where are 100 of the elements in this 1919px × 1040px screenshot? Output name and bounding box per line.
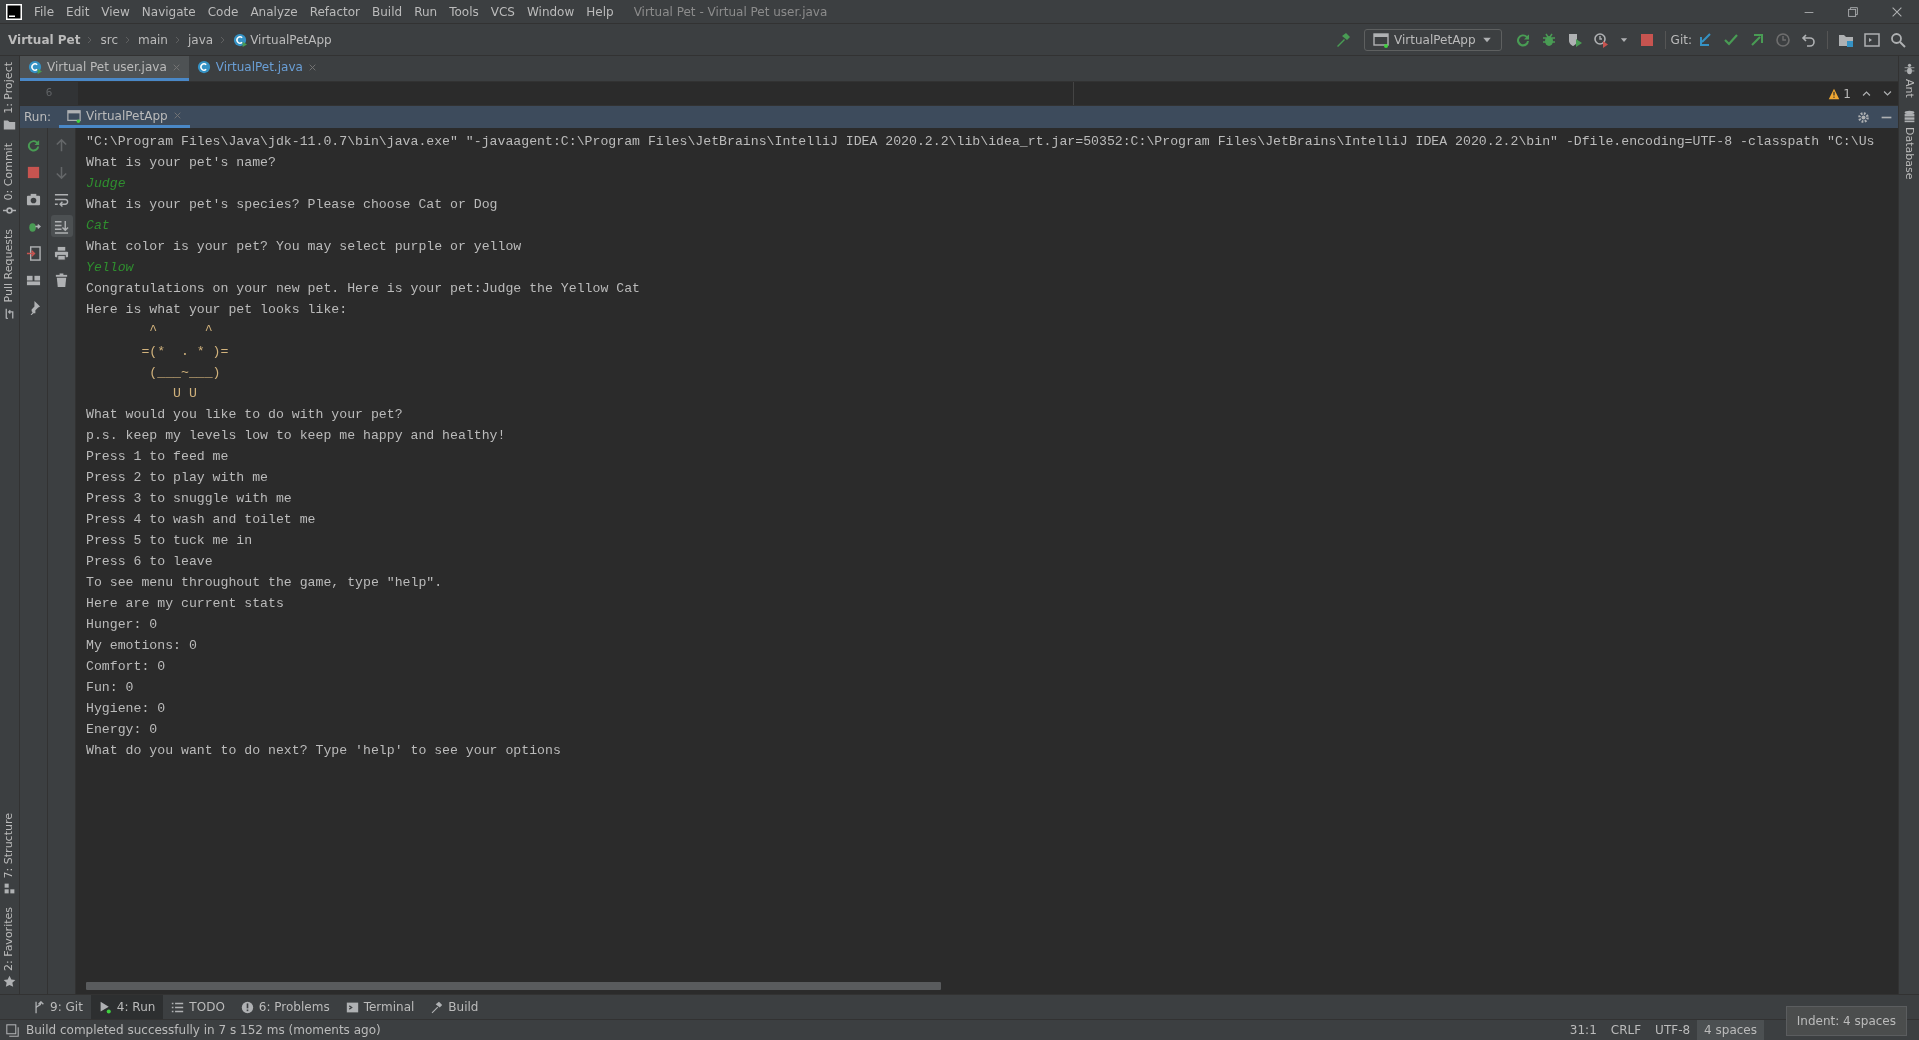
run-label: Run: <box>24 109 52 126</box>
tool-window-tab[interactable]: Build <box>422 995 487 1019</box>
panel-toggle-icon[interactable] <box>6 1023 19 1037</box>
run-config-dropdown[interactable]: VirtualPetApp <box>1364 28 1502 51</box>
scroll-to-end-icon[interactable] <box>50 215 73 237</box>
restore-icon[interactable] <box>1846 4 1860 19</box>
camera-icon[interactable] <box>26 191 41 207</box>
warning-count[interactable]: 1 <box>1823 84 1856 103</box>
close-icon[interactable] <box>307 62 317 72</box>
rerun-icon[interactable] <box>26 137 41 153</box>
console-line: Hygiene: 0 <box>86 701 166 716</box>
breadcrumb-item[interactable]: main <box>132 30 174 49</box>
menu-item[interactable]: File <box>28 2 61 21</box>
status-item[interactable]: 4 spaces <box>1697 1020 1764 1040</box>
shield-play-icon[interactable] <box>1566 31 1583 48</box>
window-title: Virtual Pet - Virtual Pet user.java <box>633 3 828 21</box>
exit-icon[interactable] <box>26 245 41 261</box>
bug-icon[interactable] <box>1540 31 1557 48</box>
breadcrumb-item[interactable]: java <box>181 30 220 49</box>
window-icon <box>67 108 82 123</box>
console-line: Press 2 to play with me <box>86 470 269 485</box>
tool-window-button[interactable]: 0: Commit <box>1 136 18 224</box>
tool-window-tab[interactable]: 9: Git <box>24 995 91 1019</box>
list-icon <box>171 1000 185 1014</box>
tool-window-tab[interactable]: 6: Problems <box>232 995 338 1019</box>
window-icon <box>1373 31 1390 48</box>
clock-play-icon[interactable] <box>1592 31 1609 48</box>
status-item[interactable]: 31:1 <box>1562 1021 1604 1039</box>
console-line: Energy: 0 <box>86 722 158 737</box>
menu-item[interactable]: Code <box>201 2 245 21</box>
tool-window-button[interactable]: 2: Favorites <box>1 901 18 994</box>
menu-item[interactable]: Navigate <box>135 2 202 21</box>
console-line: What color is your pet? You may select purple or yellow <box>86 239 522 254</box>
breadcrumb-item[interactable]: src <box>94 30 124 49</box>
console-line: Press 5 to tuck me in <box>86 533 253 548</box>
console-line: Press 3 to snuggle with me <box>86 491 292 506</box>
menu-item[interactable]: Refactor <box>303 2 367 21</box>
hammer-icon[interactable] <box>1335 31 1352 48</box>
console-line: Here is what your pet looks like: <box>86 302 348 317</box>
ascii-art-line: ^ ^ <box>148 323 213 338</box>
pull-request-icon <box>3 306 16 320</box>
tool-window-button[interactable]: 1: Project <box>1 56 18 137</box>
editor-tab[interactable]: VirtualPet.java <box>188 56 325 81</box>
console-line: To see menu throughout the game, type "help". <box>86 575 443 590</box>
breadcrumb-item[interactable]: Virtual Pet <box>8 30 87 49</box>
window-play-icon[interactable] <box>1864 31 1880 48</box>
ant-icon <box>1902 62 1916 75</box>
arrow-up-right-icon[interactable] <box>1749 31 1765 48</box>
undo-icon[interactable] <box>1801 31 1817 48</box>
menu-item[interactable]: Help <box>580 2 620 21</box>
console-line: Comfort: 0 <box>86 659 166 674</box>
arrow-down-left-icon[interactable] <box>1697 31 1713 48</box>
chevron-down-icon[interactable] <box>1882 88 1893 99</box>
tool-window-button[interactable]: Ant <box>1900 56 1918 104</box>
user-input-line: Yellow <box>86 260 134 275</box>
chevron-up-icon[interactable] <box>1861 88 1872 99</box>
rerun-icon[interactable] <box>1514 31 1531 48</box>
status-item[interactable]: CRLF <box>1603 1021 1649 1039</box>
menu-item[interactable]: Build <box>366 2 409 21</box>
database-icon <box>1902 109 1916 123</box>
console-line: Hunger: 0 <box>86 617 158 632</box>
tool-window-button[interactable]: 7: Structure <box>1 806 18 902</box>
tool-window-tab[interactable]: TODO <box>163 995 233 1019</box>
menu-item[interactable]: Analyze <box>244 2 304 21</box>
class-icon <box>196 60 211 74</box>
menu-item[interactable]: VCS <box>484 2 521 21</box>
menu-item[interactable]: View <box>95 2 136 21</box>
scrollbar-thumb[interactable] <box>86 982 941 990</box>
tool-window-button[interactable]: Pull Requests <box>1 223 18 326</box>
editor-tab[interactable]: Virtual Pet user.java <box>20 56 189 81</box>
hammer-icon <box>430 1000 444 1014</box>
console-line: "C:\Program Files\Java\jdk-11.0.7\bin\java.exe" "-javaagent:C:\Program Files\JetBrains\IntelliJ IDEA 2020.2.2\lib\idea_rt.jar=50352:C:\Program Files\JetBrains\IntelliJ IDEA 2020.2.2\bin" -Dfile.encoding=UTF-8 -classpath "C:\Us <box>86 134 1875 149</box>
console-line: What would you like to do with your pet? <box>86 407 403 422</box>
menu-item[interactable]: Tools <box>443 2 485 21</box>
console-line: What is your pet's species? Please choose Cat or Dog <box>86 197 498 212</box>
tool-window-tab[interactable]: 4: Run <box>90 995 164 1019</box>
menu-item[interactable]: Edit <box>60 2 96 21</box>
console-line: What do you want to do next? Type 'help' to see your options <box>86 743 561 758</box>
console-line: Fun: 0 <box>86 680 134 695</box>
stop-icon[interactable] <box>1638 31 1655 48</box>
class-icon <box>28 60 42 74</box>
menu-item[interactable]: Window <box>520 2 581 21</box>
menu-item[interactable]: Run <box>408 2 444 21</box>
user-input-line: Cat <box>86 218 110 233</box>
terminal-icon <box>345 1000 359 1014</box>
class-icon <box>233 32 248 47</box>
tool-window-tab[interactable]: Terminal <box>337 995 423 1019</box>
exclamation-icon <box>240 1000 254 1014</box>
stop-icon[interactable] <box>26 164 41 180</box>
settings-icon[interactable] <box>1857 110 1870 124</box>
console-line: Press 6 to leave <box>86 554 213 569</box>
user-input-line: Judge <box>86 176 126 191</box>
status-item[interactable]: UTF-8 <box>1648 1021 1698 1039</box>
status-message: Build completed successfully in 7 s 152 ms (moments ago) <box>25 1022 382 1039</box>
play-icon <box>98 1000 112 1014</box>
breadcrumb-item[interactable]: VirtualPetApp <box>250 30 338 49</box>
tool-window-button[interactable]: Database <box>1900 103 1918 186</box>
git-label: Git: <box>1670 31 1692 49</box>
search-icon[interactable] <box>1890 31 1906 48</box>
console-line: What is your pet's name? <box>86 155 276 170</box>
